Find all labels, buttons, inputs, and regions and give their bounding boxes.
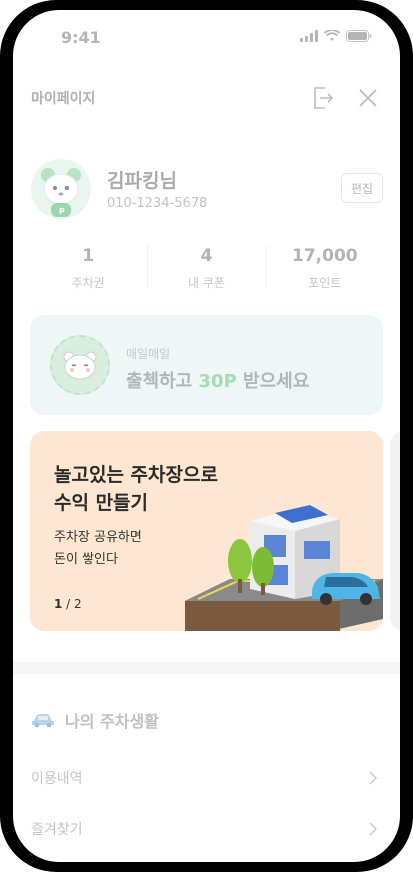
next-banner-peek[interactable] — [390, 431, 400, 631]
battery-icon — [346, 30, 372, 42]
attendance-title-suffix: 받으세요 — [236, 371, 310, 392]
avatar: P — [31, 159, 91, 219]
stat-parking-ticket[interactable]: 1 주차권 — [29, 242, 147, 298]
stat-coupon[interactable]: 4 내 쿠폰 — [147, 242, 265, 298]
menu-item-favorites[interactable]: 즐겨찾기 — [13, 807, 400, 851]
stat-label: 포인트 — [308, 276, 342, 290]
stat-value: 1 — [82, 246, 95, 266]
close-button[interactable] — [354, 84, 382, 112]
stats-row: 1 주차권 4 내 쿠폰 17,000 포인트 — [29, 242, 384, 298]
header: 마이페이지 — [13, 80, 400, 120]
section-divider — [13, 662, 400, 674]
user-phone: 010-1234-5678 — [107, 196, 208, 211]
stat-label: 주차권 — [71, 276, 105, 290]
status-icons — [300, 30, 372, 42]
banner-page-indicator: 1 / 2 — [54, 597, 82, 611]
attendance-card[interactable]: 매일매일 출첵하고 30P 받으세요 — [30, 315, 383, 415]
menu-item-label: 이용내역 — [31, 771, 83, 787]
status-time: 9:41 — [61, 28, 101, 47]
user-name: 김파킹님 — [107, 170, 177, 192]
my-parking-title: 나의 주차생활 — [65, 712, 159, 731]
close-icon — [359, 89, 377, 107]
phone-frame: 9:41 마이페이지 P 김파킹님 010-1234-5678 편집 1 주차권… — [0, 0, 413, 872]
panda-face-icon — [63, 351, 97, 380]
car-icon — [32, 714, 54, 728]
promo-banner[interactable]: 놀고있는 주차장으로 수익 만들기 주차장 공유하면 돈이 쌓인다 1 / 2 — [30, 431, 383, 631]
svg-text:P: P — [59, 207, 65, 216]
stat-points[interactable]: 17,000 포인트 — [265, 242, 384, 298]
house-parking-illustration — [185, 505, 383, 631]
wifi-icon — [324, 30, 340, 41]
stat-label: 내 쿠폰 — [188, 276, 225, 290]
stat-value: 17,000 — [292, 246, 358, 266]
attendance-title: 출첵하고 30P 받으세요 — [126, 367, 309, 393]
attendance-subtitle: 매일매일 — [126, 347, 171, 361]
chevron-right-icon — [369, 822, 378, 836]
logout-button[interactable] — [309, 84, 337, 112]
status-bar: 9:41 — [13, 10, 400, 68]
chevron-right-icon — [369, 771, 378, 785]
attendance-badge — [50, 335, 110, 395]
menu-item-label: 즐겨찾기 — [31, 822, 83, 838]
stat-value: 4 — [200, 246, 213, 266]
banner-title-line1: 놀고있는 주차장으로 — [54, 464, 218, 486]
signal-icon — [300, 30, 318, 42]
attendance-title-prefix: 출첵하고 — [126, 371, 199, 392]
panda-mascot-icon: P — [41, 168, 81, 217]
banner-page-total: / 2 — [62, 597, 82, 611]
page-title: 마이페이지 — [31, 91, 96, 107]
screen: 9:41 마이페이지 P 김파킹님 010-1234-5678 편집 1 주차권… — [13, 10, 400, 862]
my-parking-header: 나의 주차생활 — [31, 708, 159, 732]
edit-profile-button[interactable]: 편집 — [341, 173, 383, 203]
attendance-points-highlight: 30P — [198, 371, 237, 392]
menu-item-usage-history[interactable]: 이용내역 — [13, 756, 400, 800]
logout-icon — [314, 87, 334, 109]
